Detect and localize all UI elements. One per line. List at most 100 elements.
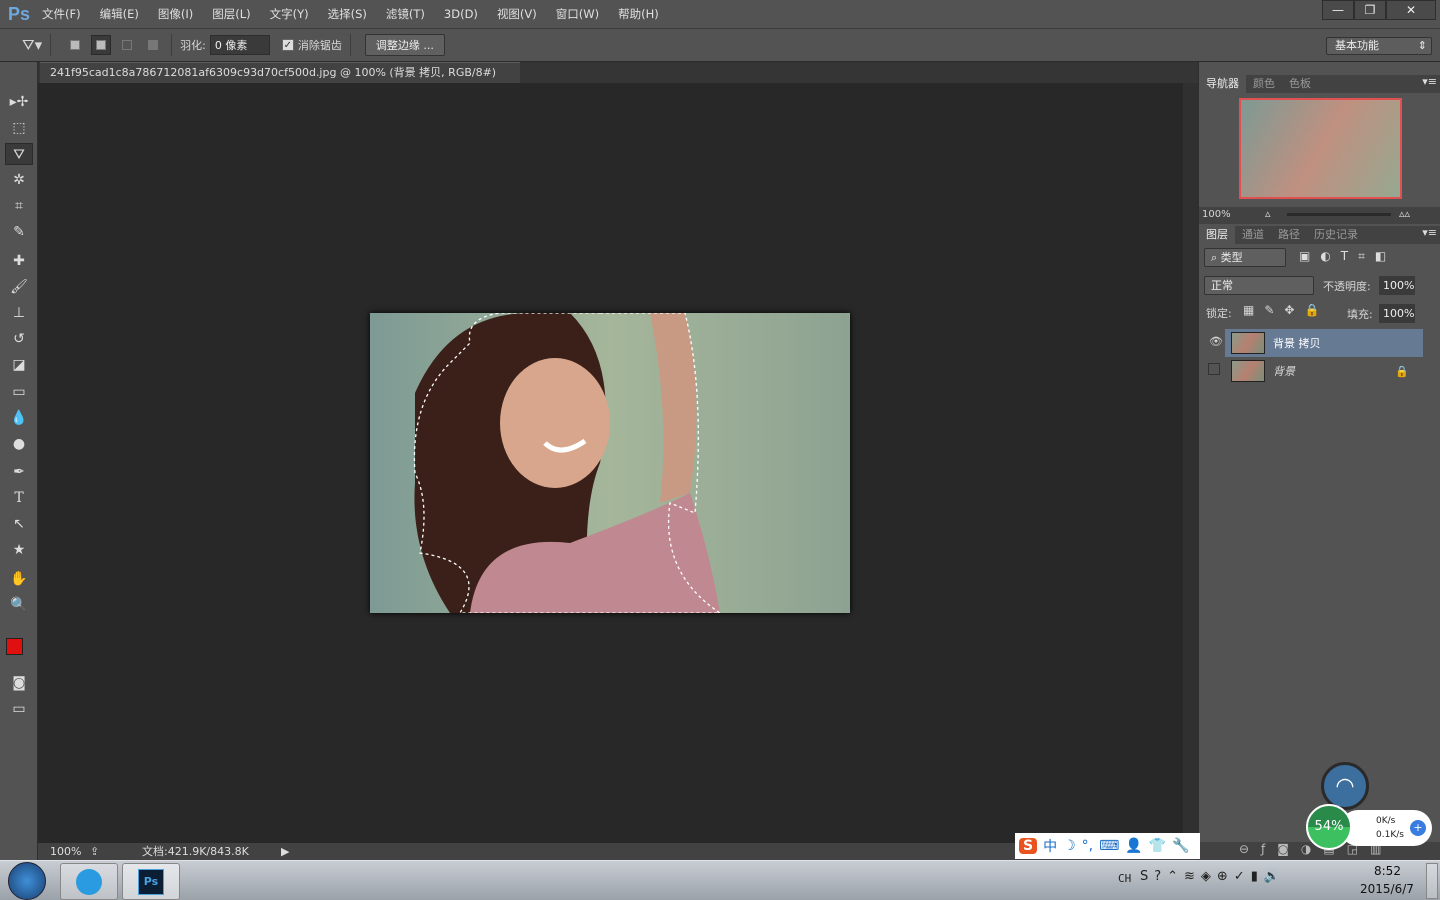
zoom-in-icon[interactable]: ▵▵: [1399, 207, 1410, 220]
moon-icon[interactable]: ☽: [1063, 838, 1076, 854]
document-image[interactable]: [370, 313, 850, 613]
menu-layer[interactable]: 图层(L): [212, 6, 250, 22]
navigator-preview[interactable]: [1239, 98, 1402, 199]
language-indicator[interactable]: CH: [1118, 872, 1131, 885]
hand-tool[interactable]: ✋: [5, 568, 33, 590]
punct-icon[interactable]: °,: [1082, 838, 1093, 854]
magic-wand-tool[interactable]: ✲: [5, 169, 33, 191]
workspace-label: 基本功能: [1335, 39, 1379, 52]
taskbar-photoshop[interactable]: Ps: [122, 863, 180, 900]
layer-name: 背景 拷贝: [1273, 337, 1321, 350]
blend-mode-select[interactable]: 正常: [1204, 276, 1314, 295]
workspace-select[interactable]: 基本功能 ⇕: [1326, 37, 1432, 55]
memory-usage-gauge[interactable]: 54%: [1306, 804, 1352, 850]
tab-history[interactable]: 历史记录: [1307, 226, 1365, 244]
layer-row-background[interactable]: 背景 🔒: [1225, 357, 1423, 385]
wrench-icon[interactable]: 🔧: [1172, 838, 1189, 854]
zoom-tool[interactable]: 🔍: [5, 594, 33, 616]
menu-3d[interactable]: 3D(D): [444, 7, 478, 21]
vertical-scrollbar[interactable]: [1183, 83, 1198, 843]
ime-mode[interactable]: 中: [1043, 836, 1057, 856]
tab-layers[interactable]: 图层: [1199, 226, 1235, 244]
zoom-slider[interactable]: [1287, 213, 1391, 216]
layer-row-bg-copy[interactable]: 背景 拷贝: [1225, 329, 1423, 357]
menu-help[interactable]: 帮助(H): [618, 6, 659, 22]
intersect-selection-button[interactable]: [143, 35, 163, 55]
opacity-input[interactable]: 100%: [1379, 276, 1415, 295]
close-button[interactable]: ✕: [1386, 0, 1436, 20]
foreground-color-swatch[interactable]: [6, 638, 23, 655]
menu-image[interactable]: 图像(I): [158, 6, 193, 22]
antialias-checkbox[interactable]: ✓ 消除锯齿: [281, 37, 342, 53]
shape-tool[interactable]: ★: [5, 539, 33, 561]
tray-icons[interactable]: S?⌃≋◈⊕✓▮🔊: [1140, 869, 1286, 884]
clock-date[interactable]: 2015/6/7: [1360, 882, 1414, 896]
add-selection-button[interactable]: [91, 35, 112, 55]
clock-time[interactable]: 8:52: [1374, 864, 1401, 878]
wifi-widget-icon[interactable]: ◠: [1321, 762, 1369, 810]
polygon-lasso-preset-icon[interactable]: ⛛▾: [22, 36, 42, 54]
screen-mode-icon[interactable]: ▭: [5, 698, 33, 720]
net-speed-widget[interactable]: 0K/s 0.1K/s +: [1340, 810, 1432, 846]
zoom-level[interactable]: 100%: [50, 843, 81, 860]
ime-toolbar[interactable]: S 中 ☽ °, ⌨ 👤 👕 🔧: [1015, 833, 1200, 859]
feather-label: 羽化:: [180, 39, 206, 52]
dodge-tool[interactable]: ●: [5, 433, 33, 455]
fill-input[interactable]: 100%: [1379, 304, 1415, 323]
clone-stamp-tool[interactable]: ⊥: [5, 302, 33, 324]
minimize-button[interactable]: —: [1322, 0, 1354, 20]
tab-paths[interactable]: 路径: [1271, 226, 1307, 244]
brush-tool[interactable]: 🖌: [5, 276, 33, 298]
history-brush-tool[interactable]: ↺: [5, 328, 33, 350]
polygon-lasso-tool[interactable]: ⛛: [5, 143, 33, 165]
start-button[interactable]: [8, 862, 46, 900]
tab-color[interactable]: 颜色: [1246, 75, 1282, 93]
status-menu-arrow-icon[interactable]: ▶: [281, 843, 289, 860]
type-tool[interactable]: T: [5, 487, 33, 509]
menu-file[interactable]: 文件(F): [42, 6, 81, 22]
crop-tool[interactable]: ⌗: [5, 195, 33, 217]
subtract-selection-button[interactable]: [117, 35, 137, 55]
zoom-out-icon[interactable]: ▵: [1265, 207, 1271, 220]
eyedropper-tool[interactable]: ✎: [5, 221, 33, 243]
move-tool[interactable]: ▸✢: [5, 91, 33, 113]
user-icon[interactable]: 👤: [1125, 838, 1142, 854]
panel-menu-icon[interactable]: ▾≡: [1422, 226, 1437, 239]
rect-marquee-tool[interactable]: ⬚: [5, 117, 33, 139]
export-icon[interactable]: ⇪: [90, 843, 99, 860]
visibility-eye-icon[interactable]: 👁: [1209, 335, 1223, 348]
eraser-tool[interactable]: ◪: [5, 354, 33, 376]
plus-icon[interactable]: +: [1410, 820, 1426, 836]
skin-icon[interactable]: 👕: [1149, 838, 1166, 854]
restore-button[interactable]: ❐: [1354, 0, 1386, 20]
healing-brush-tool[interactable]: ✚: [5, 250, 33, 272]
new-selection-button[interactable]: [65, 35, 85, 55]
menu-filter[interactable]: 滤镜(T): [386, 6, 425, 22]
filter-icons[interactable]: ▣◐T⌗◧: [1299, 249, 1396, 264]
gradient-tool[interactable]: ▭: [5, 381, 33, 403]
visibility-toggle[interactable]: [1208, 363, 1220, 375]
layer-filter-select[interactable]: ⌕ 类型: [1204, 248, 1286, 267]
menu-type[interactable]: 文字(Y): [270, 6, 309, 22]
tab-swatches[interactable]: 色板: [1282, 75, 1318, 93]
path-selection-tool[interactable]: ↖: [5, 513, 33, 535]
refine-edge-button[interactable]: 调整边缘 ...: [364, 34, 445, 56]
document-tab[interactable]: 241f95cad1c8a786712081af6309c93d70cf500d…: [40, 62, 520, 99]
menu-select[interactable]: 选择(S): [328, 6, 367, 22]
pen-tool[interactable]: ✒: [5, 461, 33, 483]
menu-window[interactable]: 窗口(W): [556, 6, 599, 22]
blur-tool[interactable]: 💧: [5, 407, 33, 429]
tab-channels[interactable]: 通道: [1235, 226, 1271, 244]
quick-mask-icon[interactable]: ◙: [5, 672, 33, 694]
panel-menu-icon[interactable]: ▾≡: [1422, 75, 1437, 88]
taskbar-browser[interactable]: [60, 863, 118, 900]
keyboard-icon[interactable]: ⌨: [1099, 838, 1119, 854]
navigator-zoom[interactable]: 100%: [1202, 209, 1231, 220]
feather-input[interactable]: 0 像素: [209, 35, 270, 55]
upload-speed: 0K/s: [1376, 816, 1396, 826]
menu-view[interactable]: 视图(V): [497, 6, 537, 22]
menu-edit[interactable]: 编辑(E): [100, 6, 139, 22]
show-desktop-button[interactable]: [1426, 863, 1438, 899]
tab-navigator[interactable]: 导航器: [1199, 75, 1246, 93]
lock-icons[interactable]: ▦✎✥🔒: [1243, 303, 1329, 317]
